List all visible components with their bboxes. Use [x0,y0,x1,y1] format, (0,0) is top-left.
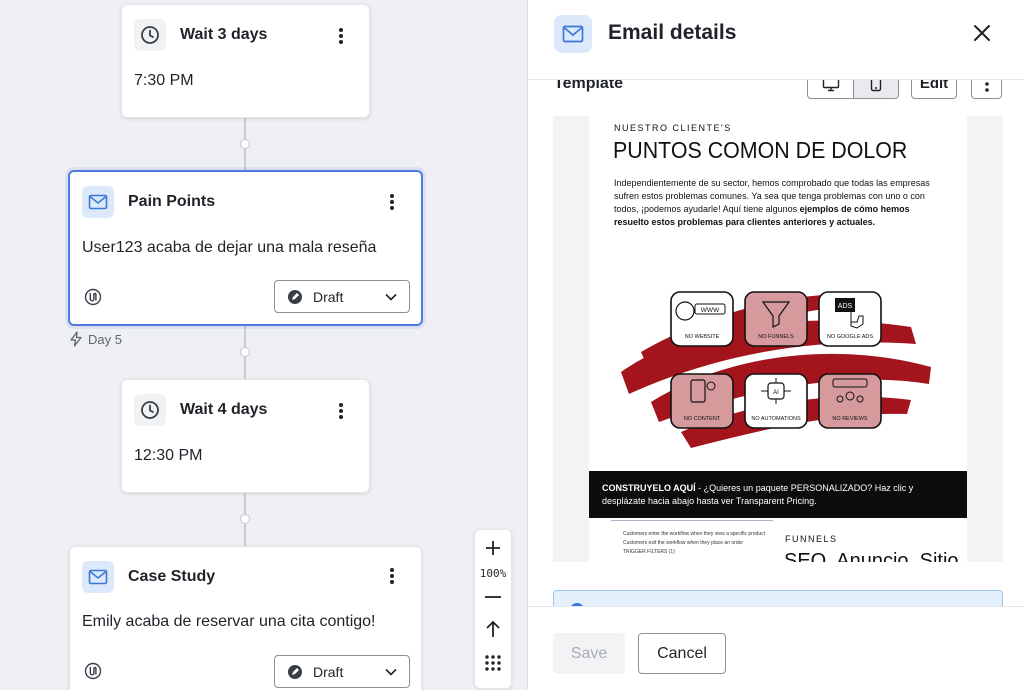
preview-paragraph: Independientemente de su sector, hemos c… [614,177,944,229]
add-step-node[interactable] [240,139,250,149]
preview-device-toggle [807,80,899,99]
step-title: Case Study [128,568,216,585]
day-label: Day 5 [88,331,122,347]
workflow-thumbnail: Customers enter the workflow when they v… [611,520,773,560]
fit-view-button[interactable] [474,646,512,680]
tile-no-content: NO CONTENT [670,373,734,429]
chevron-down-icon [385,668,397,676]
mail-icon [554,15,592,53]
trigger-day-tag: Day 5 [69,331,122,347]
panel-header: Email details [528,0,1024,80]
jump-to-top-button[interactable] [474,612,512,646]
preview-lower-section: Customers enter the workflow when they v… [589,518,967,562]
cancel-button[interactable]: Cancel [638,633,726,674]
chevron-down-icon [385,293,397,301]
preview-funnels-label: FUNNELS [785,534,838,544]
clock-icon [134,19,166,51]
zoom-controls: 100% [474,529,512,689]
panel-footer: Save Cancel [528,606,1024,690]
tile-label: NO AUTOMATIONS [751,416,801,422]
cta-bold: CONSTRUYELO AQUÍ [602,483,696,493]
save-button[interactable]: Save [553,633,625,674]
preview-eyebrow: NUESTRO CLIENTE'S [614,123,732,133]
info-banner [553,590,1003,606]
integration-icon [84,662,102,680]
email-subject: User123 acaba de dejar una mala reseña [82,239,377,256]
tile-no-funnels: NO FUNNELS [744,291,808,347]
arrow-up-icon [486,620,500,637]
desktop-view-button[interactable] [808,80,853,98]
status-value: Draft [313,663,344,680]
add-step-node[interactable] [240,514,250,524]
mail-icon [82,561,114,593]
draft-status-icon [288,289,302,304]
minus-icon [485,596,501,598]
panel-scroll-area[interactable]: Template Edit NUESTRO CLIENTE'S PUNTOS C… [528,80,1024,606]
template-preview[interactable]: NUESTRO CLIENTE'S PUNTOS COMON DE DOLOR … [553,116,1003,562]
step-menu-icon[interactable] [331,400,351,422]
step-title: Pain Points [128,193,216,210]
preview-headline: PUNTOS COMON DE DOLOR [613,137,908,163]
zoom-out-button[interactable] [474,582,512,612]
wait-step-card[interactable]: Wait 3 days 7:30 PM [121,4,370,118]
desktop-icon [822,80,839,91]
edit-template-button[interactable]: Edit [911,80,957,99]
mobile-icon [870,80,882,92]
close-panel-button[interactable] [971,22,993,44]
kebab-icon [984,81,989,92]
tile-glyph-ads: ADS [838,303,853,310]
lightning-icon [70,331,82,347]
tile-label: NO WEBSITE [685,334,720,340]
zoom-in-button[interactable] [474,530,512,566]
plus-icon [486,541,500,555]
draft-status-icon [288,664,302,679]
tile-no-reviews: NO REVIEWS [818,373,882,429]
email-subject: Emily acaba de reservar una cita contigo… [82,613,376,630]
clock-icon [134,394,166,426]
pain-points-illustration: WWW NO WEBSITE NO FUNNELS ADS NO GOOGLE … [621,291,931,448]
add-step-node[interactable] [240,347,250,357]
preview-cta-bar: CONSTRUYELO AQUÍ - ¿Quieres un paquete P… [589,471,967,518]
zoom-level: 100% [479,567,507,580]
email-details-panel: Template Edit NUESTRO CLIENTE'S PUNTOS C… [527,0,1024,690]
step-title: Wait 4 days [180,401,268,418]
step-menu-icon[interactable] [382,565,402,587]
workflow-canvas[interactable]: Wait 3 days 7:30 PM Pain Points User123 … [0,0,527,690]
tile-glyph-www: WWW [701,307,720,314]
mail-icon [82,186,114,218]
status-value: Draft [313,288,344,305]
email-step-card[interactable]: Case Study Emily acaba de reservar una c… [69,546,422,690]
wait-time: 12:30 PM [134,447,203,464]
wait-time: 7:30 PM [134,72,194,89]
grid-dots-icon [485,655,501,671]
tile-no-website: WWW NO WEBSITE [670,291,734,347]
tile-label: NO FUNNELS [758,334,794,340]
thumbnail-line: TRIGGER FILTERS (1) [623,549,675,555]
integration-icon [84,288,102,306]
status-dropdown[interactable]: Draft [274,655,410,688]
template-label: Template [554,80,624,92]
wait-step-card[interactable]: Wait 4 days 12:30 PM [121,379,370,493]
more-options-button[interactable] [971,80,1002,99]
tile-label: NO GOOGLE ADS [827,334,873,340]
tile-label: NO REVIEWS [832,416,867,422]
status-dropdown[interactable]: Draft [274,280,410,313]
step-menu-icon[interactable] [382,191,402,213]
close-icon [974,25,990,41]
thumbnail-line: Customers exit the workflow when they pl… [623,540,744,546]
email-step-card[interactable]: Pain Points User123 acaba de dejar una m… [68,170,423,326]
thumbnail-line: Customers enter the workflow when they v… [623,531,766,537]
mobile-view-button[interactable] [853,80,898,98]
panel-title: Email details [608,21,737,44]
preview-funnels-heading: SEO, Anuncio, Sitio [784,550,959,562]
tile-no-automations: AI NO AUTOMATIONS [744,373,808,429]
email-preview-document: NUESTRO CLIENTE'S PUNTOS COMON DE DOLOR … [589,116,967,562]
tile-glyph-ai: AI [773,390,779,396]
step-menu-icon[interactable] [331,25,351,47]
step-title: Wait 3 days [180,26,268,43]
tile-label: NO CONTENT [684,416,721,422]
tile-no-google-ads: ADS NO GOOGLE ADS [818,291,882,347]
